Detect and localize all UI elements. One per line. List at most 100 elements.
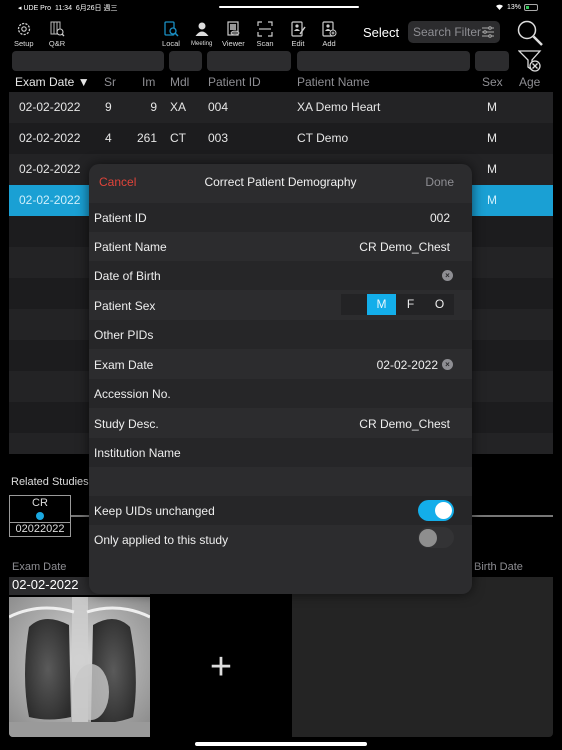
field-exam-date: Exam Date 02-02-2022 × — [89, 350, 472, 379]
meeting-button[interactable]: Meeting — [191, 20, 212, 47]
dialog-title: Correct Patient Demography — [204, 175, 357, 189]
xray-thumbnail[interactable] — [9, 597, 150, 737]
cell-sex: M — [487, 193, 497, 207]
institution-name-input[interactable] — [244, 438, 454, 467]
gear-icon — [15, 20, 33, 38]
clear-dob-icon[interactable]: × — [442, 270, 453, 281]
viewer-icon — [224, 20, 242, 38]
field-other-pids: Other PIDs — [89, 320, 472, 349]
sliders-icon[interactable] — [481, 25, 495, 42]
patient-id-input[interactable]: 002 — [244, 203, 454, 232]
cell-sex: M — [487, 100, 497, 114]
timeline-marker — [36, 512, 44, 520]
battery-percent: 13% — [506, 4, 521, 11]
exam-date-input[interactable]: 02-02-2022 — [244, 350, 442, 379]
study-detail-pane — [292, 577, 553, 737]
edit-button[interactable]: Edit — [289, 20, 307, 48]
search-filter-input[interactable]: Search Filter — [408, 21, 500, 43]
plus-icon: + — [209, 645, 233, 688]
multitask-indicator[interactable] — [219, 6, 359, 8]
cell-patient-id: 003 — [208, 131, 229, 145]
scan-icon — [256, 20, 274, 38]
setup-button[interactable]: Setup — [14, 20, 34, 48]
study-modality: CR — [32, 497, 48, 509]
correct-demography-dialog: Cancel Correct Patient Demography Done P… — [89, 164, 472, 594]
column-modality[interactable]: Mdl — [170, 75, 189, 89]
field-patient-id: Patient ID 002 — [89, 203, 472, 232]
cell-exam-date: 02-02-2022 — [19, 131, 81, 145]
related-studies-label: Related Studies — [11, 476, 89, 488]
bottom-exam-date-header: Exam Date — [12, 561, 67, 573]
only-this-study-toggle[interactable] — [418, 527, 454, 548]
cell-series: 4 — [105, 131, 112, 145]
battery-icon — [524, 4, 538, 11]
other-pids-input[interactable] — [244, 320, 454, 349]
select-button[interactable]: Select — [363, 25, 399, 40]
field-study-desc: Study Desc. CR Demo_Chest — [89, 409, 472, 438]
sex-segmented-control: M F O — [341, 294, 454, 315]
home-indicator[interactable] — [195, 742, 367, 746]
cell-patient-id: 004 — [208, 100, 229, 114]
column-exam-date[interactable]: Exam Date ▼ — [15, 75, 90, 89]
viewer-button[interactable]: Viewer — [222, 20, 245, 48]
add-image-button[interactable]: + — [151, 597, 291, 737]
field-institution-name: Institution Name — [89, 438, 472, 467]
table-row[interactable]: 02-02-2022 4 261 CT 003 CT Demo M — [9, 123, 553, 154]
clear-exam-date-icon[interactable]: × — [442, 359, 453, 370]
status-bar-right: 13% — [495, 3, 538, 12]
dialog-header: Cancel Correct Patient Demography Done — [89, 164, 472, 200]
keep-uids-toggle[interactable] — [418, 500, 454, 521]
date-of-birth-input[interactable] — [244, 261, 454, 290]
add-patient-icon — [320, 20, 338, 38]
related-study-item[interactable]: CR 02022022 — [9, 495, 71, 537]
column-patient-name[interactable]: Patient Name — [297, 75, 370, 89]
only-this-study-row: Only applied to this study — [89, 525, 472, 554]
bottom-birth-date-header: Birth Date — [474, 561, 523, 573]
query-retrieve-icon — [48, 20, 66, 38]
cell-exam-date: 02-02-2022 — [19, 100, 81, 114]
filter-exam-date[interactable] — [12, 51, 164, 71]
wifi-icon — [495, 3, 504, 12]
column-patient-id[interactable]: Patient ID — [208, 75, 261, 89]
cell-patient-name: XA Demo Heart — [297, 100, 381, 114]
field-patient-sex: Patient Sex M F O — [89, 291, 472, 320]
add-button[interactable]: Add — [320, 20, 338, 48]
search-filter-placeholder: Search Filter — [413, 25, 482, 39]
cell-modality: CT — [170, 131, 186, 145]
cell-sex: M — [487, 162, 497, 176]
cell-images: 261 — [137, 131, 158, 145]
done-button[interactable]: Done — [425, 175, 454, 189]
sex-option-o[interactable]: O — [425, 294, 454, 315]
cell-images: 9 — [150, 100, 157, 114]
column-age[interactable]: Age — [519, 75, 540, 89]
column-series[interactable]: Sr — [104, 75, 116, 89]
study-desc-input[interactable]: CR Demo_Chest — [244, 409, 454, 438]
scan-button[interactable]: Scan — [256, 20, 274, 48]
keep-uids-row: Keep UIDs unchanged — [89, 496, 472, 525]
search-icon[interactable] — [516, 19, 544, 52]
table-row[interactable]: 02-02-2022 9 9 XA 004 XA Demo Heart M — [9, 92, 553, 123]
filter-patient-name[interactable] — [297, 51, 470, 71]
edit-icon — [289, 20, 307, 38]
patient-name-input[interactable]: CR Demo_Chest — [244, 232, 454, 261]
query-retrieve-button[interactable]: Q&R — [48, 20, 66, 48]
status-bar-left: ◂ UDE Pro 11:34 6月26日 週三 — [18, 3, 117, 13]
filter-clear-icon[interactable] — [517, 49, 542, 78]
back-to-app[interactable]: ◂ UDE Pro — [18, 5, 51, 12]
column-images[interactable]: Im — [142, 75, 155, 89]
filter-patient-id[interactable] — [207, 51, 291, 71]
cell-series: 9 — [105, 100, 112, 114]
filter-sex[interactable] — [475, 51, 509, 71]
sex-option-f[interactable]: F — [396, 294, 425, 315]
cell-sex: M — [487, 131, 497, 145]
field-patient-name: Patient Name CR Demo_Chest — [89, 232, 472, 261]
accession-no-input[interactable] — [244, 379, 454, 408]
local-button[interactable]: Local — [162, 20, 180, 48]
person-icon — [193, 20, 211, 38]
column-sex[interactable]: Sex — [482, 75, 503, 89]
sex-option-m[interactable]: M — [367, 294, 396, 315]
filter-modality[interactable] — [169, 51, 202, 71]
field-accession-no: Accession No. — [89, 379, 472, 408]
status-time: 11:34 — [54, 5, 72, 12]
cell-patient-name: CT Demo — [297, 131, 349, 145]
